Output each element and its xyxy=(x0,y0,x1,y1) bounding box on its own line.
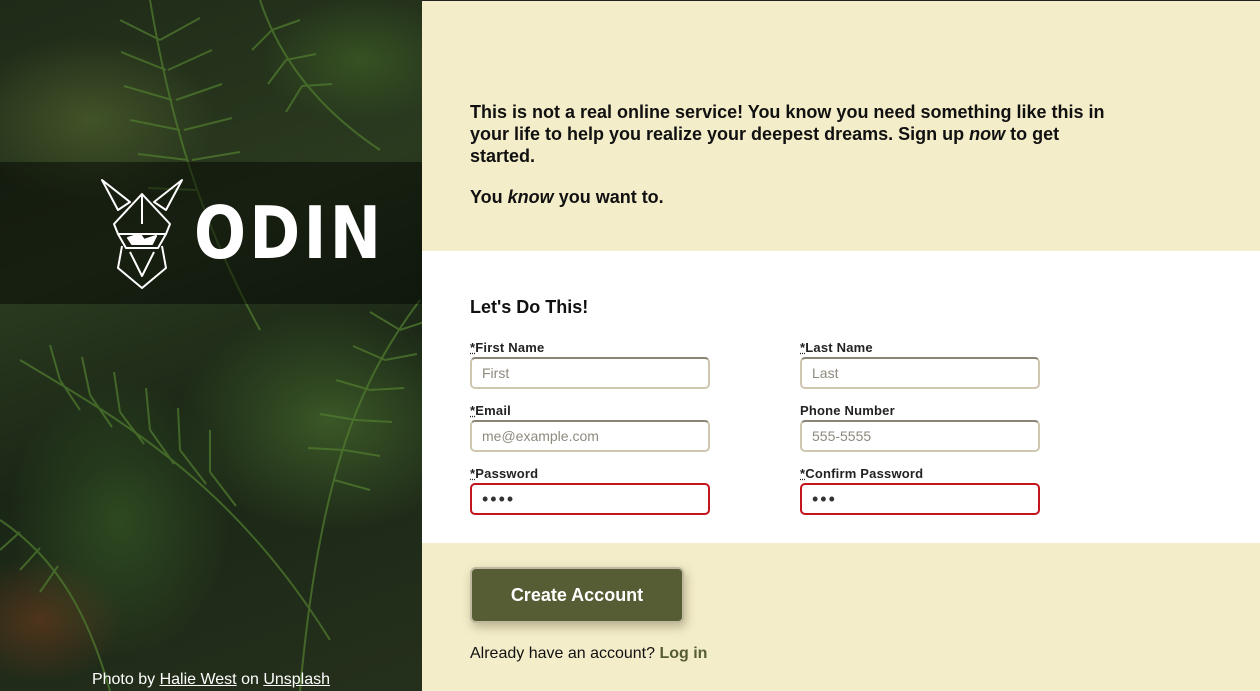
first-name-field: *First Name xyxy=(470,340,800,389)
phone-field: Phone Number xyxy=(800,403,1040,452)
intro-paragraph: This is not a real online service! You k… xyxy=(470,101,1120,167)
credit-middle: on xyxy=(241,671,259,688)
logo-band: ODIN xyxy=(0,162,422,304)
hero-image-panel: ODIN Photo by Halie West on Unsplash xyxy=(0,0,422,691)
login-link[interactable]: Log in xyxy=(659,645,707,662)
brand-wordmark: ODIN xyxy=(194,191,385,275)
email-label: *Email xyxy=(470,403,800,418)
phone-label: Phone Number xyxy=(800,403,1040,418)
last-name-field: *Last Name xyxy=(800,340,1040,389)
signup-form: Let's Do This! *First Name *Last Name *E… xyxy=(422,251,1260,543)
last-name-label: *Last Name xyxy=(800,340,1040,355)
first-name-input[interactable] xyxy=(470,357,710,389)
password-field: *Password xyxy=(470,466,800,515)
credit-prefix: Photo by xyxy=(91,671,156,688)
viking-helmet-logo-icon xyxy=(101,179,183,289)
email-input[interactable] xyxy=(470,420,710,452)
credit-source-link[interactable]: Unsplash xyxy=(263,671,330,688)
password-input[interactable] xyxy=(470,483,710,515)
intro-emphasis-now: now xyxy=(969,124,1006,144)
confirm-password-label: *Confirm Password xyxy=(800,466,1040,481)
first-name-label: *First Name xyxy=(470,340,800,355)
intro-tagline: You know you want to. xyxy=(470,186,1120,208)
login-prompt-text: Already have an account? xyxy=(470,645,656,662)
tagline-emphasis-know: know xyxy=(507,187,554,207)
create-account-button[interactable]: Create Account xyxy=(470,567,684,623)
phone-label-text: Phone Number xyxy=(800,403,895,418)
signup-main: This is not a real online service! You k… xyxy=(422,0,1260,691)
password-label: *Password xyxy=(470,466,800,481)
credit-author-link[interactable]: Halie West xyxy=(160,671,237,688)
tagline-text-a: You xyxy=(470,187,508,207)
first-name-label-text: First Name xyxy=(475,340,545,355)
form-footer: Create Account Already have an account? … xyxy=(422,543,1260,691)
fern-background-art xyxy=(0,0,422,691)
confirm-password-label-text: Confirm Password xyxy=(805,466,924,481)
password-label-text: Password xyxy=(475,466,539,481)
form-title: Let's Do This! xyxy=(470,297,589,317)
login-prompt: Already have an account? Log in xyxy=(470,645,1212,663)
form-grid: *First Name *Last Name *Email Phone Numb… xyxy=(470,340,1212,515)
intro-section: This is not a real online service! You k… xyxy=(422,1,1260,251)
confirm-password-field: *Confirm Password xyxy=(800,466,1040,515)
photo-credit: Photo by Halie West on Unsplash xyxy=(0,671,422,691)
last-name-input[interactable] xyxy=(800,357,1040,389)
phone-input[interactable] xyxy=(800,420,1040,452)
last-name-label-text: Last Name xyxy=(805,340,873,355)
confirm-password-input[interactable] xyxy=(800,483,1040,515)
email-field: *Email xyxy=(470,403,800,452)
email-label-text: Email xyxy=(475,403,511,418)
tagline-text-b: you want to. xyxy=(553,187,664,207)
